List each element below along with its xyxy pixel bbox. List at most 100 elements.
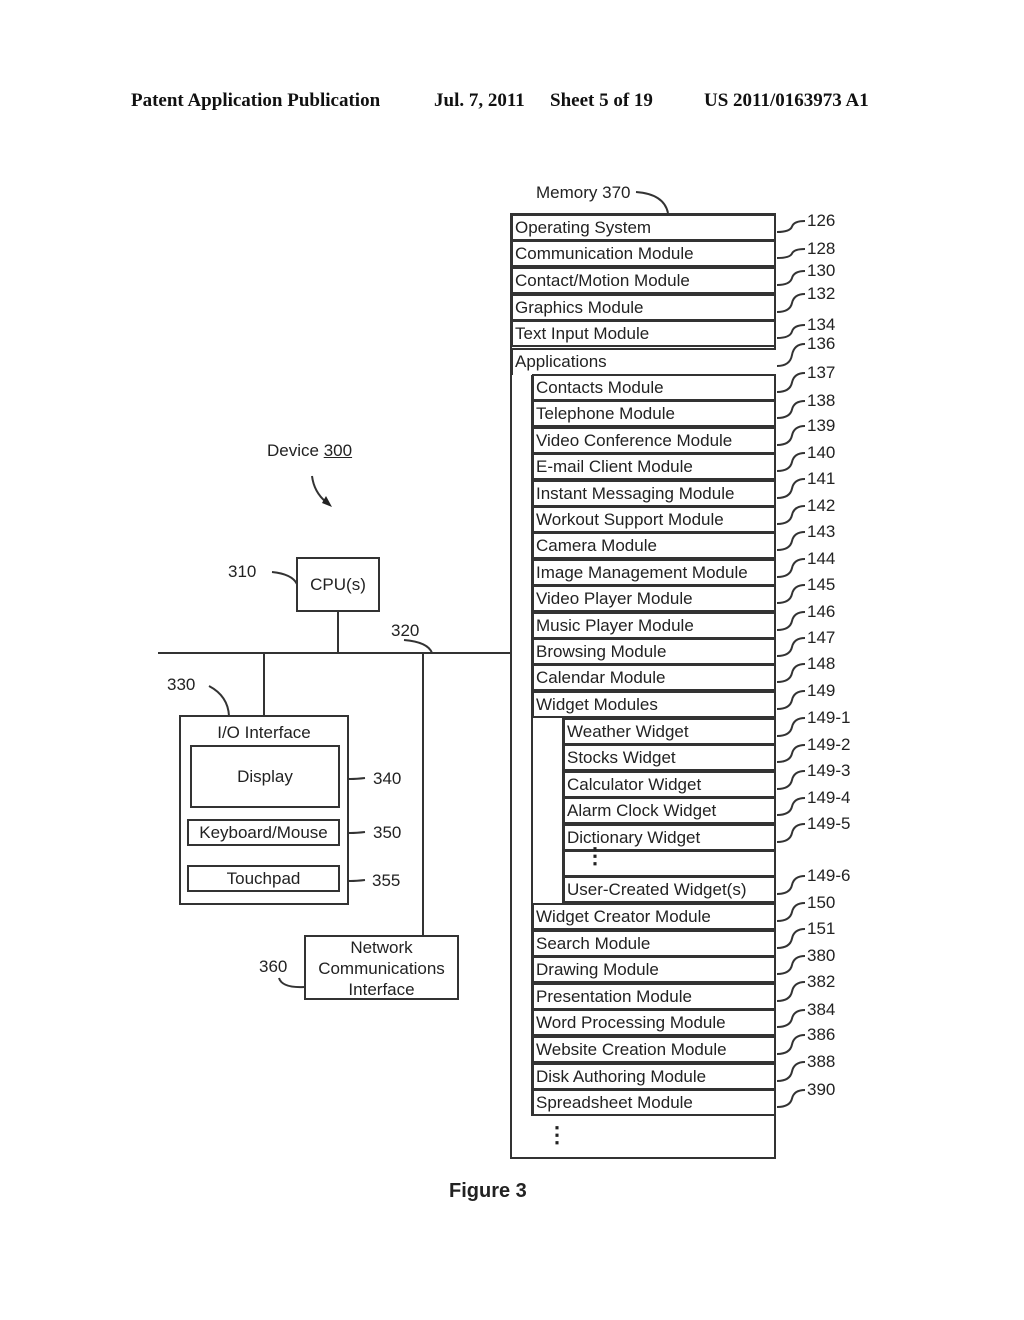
memory-ellipsis-icon: ⋮ <box>546 1122 568 1147</box>
leader-310 <box>271 571 298 585</box>
module-label: Contact/Motion Module <box>515 271 690 290</box>
module-ref-number: 390 <box>807 1080 836 1099</box>
memory-module-row: Stocks Widget <box>563 744 776 771</box>
module-ref-number: 149-2 <box>807 735 851 754</box>
module-label: Calculator Widget <box>567 775 702 794</box>
module-ref-number: 149-4 <box>807 788 851 807</box>
module-label: Camera Module <box>536 536 657 555</box>
module-label: Search Module <box>536 934 651 953</box>
ref-leader-line <box>776 955 806 975</box>
network-interface-box: Network Communications Interface <box>304 935 459 1000</box>
module-label: Stocks Widget <box>567 748 676 767</box>
display-label: Display <box>237 767 293 786</box>
memory-module-row: Contact/Motion Module <box>511 267 776 294</box>
module-label: Browsing Module <box>536 642 667 661</box>
ref-leader-line <box>776 637 806 657</box>
memory-module-row: Video Player Module <box>532 585 776 612</box>
ref-leader-line <box>776 531 806 551</box>
figure-caption: Figure 3 <box>449 1180 527 1202</box>
device-label-text: Device <box>267 441 319 460</box>
memory-module-row: Workout Support Module <box>532 506 776 533</box>
leader-memory <box>635 191 669 214</box>
ref-leader-line <box>776 1009 806 1028</box>
memory-module-row: Website Creation Module <box>532 1036 776 1063</box>
memory-module-row: Alarm Clock Widget <box>563 797 776 824</box>
memory-module-row: Applications <box>511 348 776 375</box>
memory-module-row: Instant Messaging Module <box>532 480 776 507</box>
module-ref-number: 147 <box>807 628 836 647</box>
memory-module-row: Browsing Module <box>532 638 776 665</box>
ref-leader-line <box>776 981 806 1002</box>
network-label-line2: Communications <box>318 959 445 978</box>
module-label: Website Creation Module <box>536 1040 727 1059</box>
widget-ellipsis-icon: ⋮ <box>584 843 606 868</box>
io-interface-label: I/O Interface <box>217 723 311 742</box>
module-ref-number: 149-5 <box>807 814 851 833</box>
keyboard-mouse-box: Keyboard/Mouse <box>187 819 340 846</box>
module-label: Instant Messaging Module <box>536 484 735 503</box>
ref-leader-line <box>776 611 806 631</box>
module-ref-number: 136 <box>807 334 836 353</box>
ref-leader-line <box>776 902 806 922</box>
memory-module-row: Spreadsheet Module <box>532 1089 776 1116</box>
module-label: Contacts Module <box>536 378 664 397</box>
device-label: Device 300 <box>267 441 352 461</box>
cpu-box: CPU(s) <box>296 557 380 612</box>
ref-leader-line <box>776 875 806 895</box>
ref-leader-line <box>776 452 806 472</box>
device-arrow-head <box>322 496 332 507</box>
module-label: Music Player Module <box>536 616 694 635</box>
ref-leader-line <box>776 823 806 843</box>
module-ref-number: 132 <box>807 284 836 303</box>
memory-module-row: Calculator Widget <box>563 771 776 798</box>
ref-leader-line <box>776 425 806 446</box>
memory-module-row: Widget Creator Module <box>532 903 776 930</box>
memory-label: Memory 370 <box>536 183 631 202</box>
ref-leader-line <box>776 1089 806 1108</box>
ref-leader-line <box>776 270 806 286</box>
leader-360 <box>278 977 305 989</box>
bus-ref: 320 <box>391 621 420 640</box>
module-ref-number: 141 <box>807 469 836 488</box>
module-label: Weather Widget <box>567 722 689 741</box>
memory-module-row: Graphics Module <box>511 294 776 321</box>
touchpad-box: Touchpad <box>187 865 340 892</box>
memory-module-row: Telephone Module <box>532 400 776 427</box>
module-ref-number: 146 <box>807 602 836 621</box>
module-ref-number: 386 <box>807 1025 836 1044</box>
touchpad-label: Touchpad <box>226 869 301 888</box>
keyboard-ref: 350 <box>373 823 402 842</box>
module-ref-number: 149-1 <box>807 708 851 727</box>
network-ref: 360 <box>259 957 288 976</box>
module-ref-number: 388 <box>807 1052 836 1071</box>
module-ref-number: 148 <box>807 654 836 673</box>
module-ref-number: 150 <box>807 893 836 912</box>
device-arrow-shaft <box>311 475 327 503</box>
memory-module-row: E-mail Client Module <box>532 453 776 480</box>
ref-leader-line <box>776 324 806 339</box>
module-label: Video Player Module <box>536 589 693 608</box>
memory-module-row: Communication Module <box>511 240 776 267</box>
cpu-ref: 310 <box>228 562 257 581</box>
ref-leader-line <box>776 1061 806 1082</box>
module-label: Image Management Module <box>536 563 748 582</box>
network-label-line1: Network <box>350 938 413 957</box>
module-label: Text Input Module <box>515 324 650 343</box>
memory-module-row: Video Conference Module <box>532 427 776 454</box>
ref-leader-line <box>776 343 806 367</box>
ref-leader-line <box>776 797 806 816</box>
module-label: Graphics Module <box>515 298 644 317</box>
ref-leader-line <box>776 505 806 525</box>
io-interface-box: I/O Interface Display Keyboard/Mouse Tou… <box>179 715 349 905</box>
module-ref-number: 140 <box>807 443 836 462</box>
module-ref-number: 142 <box>807 496 836 515</box>
module-label: Widget Modules <box>536 695 658 714</box>
memory-module-row: Search Module <box>532 930 776 957</box>
module-ref-number: 145 <box>807 575 836 594</box>
module-label: Word Processing Module <box>536 1013 726 1032</box>
module-ref-number: 128 <box>807 239 836 258</box>
memory-module-row: Presentation Module <box>532 983 776 1010</box>
module-ref-number: 149-3 <box>807 761 851 780</box>
ref-leader-line <box>776 558 806 578</box>
module-ref-number: 384 <box>807 1000 836 1019</box>
